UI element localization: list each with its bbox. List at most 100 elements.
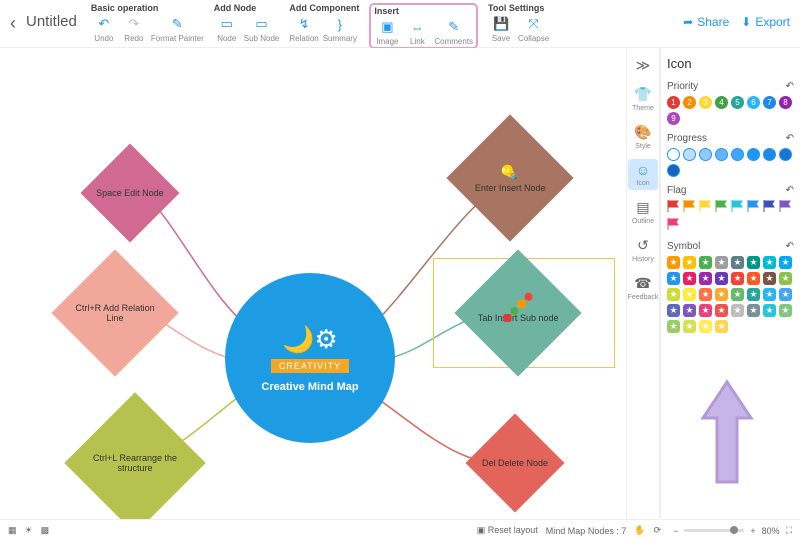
relation-button[interactable]: ↯Relation	[289, 15, 318, 43]
symbol-28[interactable]: ★	[715, 304, 728, 317]
rail-collapse-button[interactable]: ≫	[628, 54, 658, 77]
symbol-19[interactable]: ★	[699, 288, 712, 301]
format-painter-button[interactable]: ✎Format Painter	[151, 15, 204, 43]
save-button[interactable]: 💾Save	[488, 15, 514, 43]
symbol-6[interactable]: ★	[747, 256, 760, 269]
symbol-30[interactable]: ★	[747, 304, 760, 317]
undo-button[interactable]: ↶Undo	[91, 15, 117, 43]
symbol-35[interactable]: ★	[699, 320, 712, 333]
mindmap-canvas[interactable]: Space Edit Node Ctrl+R Add Relation Line…	[0, 48, 625, 518]
progress-3[interactable]	[699, 148, 712, 161]
reset-icon[interactable]: ↶	[786, 81, 794, 92]
collapse-button[interactable]: ⤧Collapse	[518, 15, 549, 43]
flag-4[interactable]	[715, 200, 728, 215]
priority-9[interactable]: 9	[667, 112, 680, 125]
layers-icon[interactable]: ▦	[8, 525, 17, 536]
symbol-34[interactable]: ★	[683, 320, 696, 333]
symbol-12[interactable]: ★	[715, 272, 728, 285]
pan-icon[interactable]: ✋	[634, 525, 645, 536]
progress-8[interactable]	[779, 148, 792, 161]
fullscreen-icon[interactable]: ⛶	[786, 525, 792, 536]
insert-image-button[interactable]: ▣Image	[374, 18, 400, 46]
zoom-in-button[interactable]: +	[750, 526, 755, 536]
priority-6[interactable]: 6	[747, 96, 760, 109]
progress-4[interactable]	[715, 148, 728, 161]
flag-7[interactable]	[763, 200, 776, 215]
flag-2[interactable]	[683, 200, 696, 215]
symbol-9[interactable]: ★	[667, 272, 680, 285]
brightness-icon[interactable]: ☀	[25, 525, 33, 536]
document-title[interactable]: Untitled	[22, 3, 91, 30]
flag-9[interactable]	[667, 218, 680, 233]
symbol-29[interactable]: ★	[731, 304, 744, 317]
priority-4[interactable]: 4	[715, 96, 728, 109]
rail-style[interactable]: 🎨Style	[628, 121, 658, 153]
reset-icon[interactable]: ↶	[786, 241, 794, 252]
grid-icon[interactable]: ▩	[41, 525, 50, 536]
symbol-25[interactable]: ★	[667, 304, 680, 317]
zoom-slider[interactable]	[684, 529, 744, 532]
export-button[interactable]: ⬇Export	[741, 15, 790, 29]
priority-7[interactable]: 7	[763, 96, 776, 109]
back-button[interactable]: ‹	[10, 3, 22, 34]
progress-1[interactable]	[667, 148, 680, 161]
symbol-10[interactable]: ★	[683, 272, 696, 285]
priority-3[interactable]: 3	[699, 96, 712, 109]
symbol-20[interactable]: ★	[715, 288, 728, 301]
add-sub-node-button[interactable]: ▭Sub Node	[244, 15, 280, 43]
symbol-14[interactable]: ★	[747, 272, 760, 285]
insert-comments-button[interactable]: ✎Comments	[434, 18, 473, 46]
symbol-26[interactable]: ★	[683, 304, 696, 317]
rail-feedback[interactable]: ☎Feedback	[628, 272, 658, 304]
flag-5[interactable]	[731, 200, 744, 215]
symbol-27[interactable]: ★	[699, 304, 712, 317]
reset-icon[interactable]: ↶	[786, 185, 794, 196]
rail-history[interactable]: ↺History	[628, 234, 658, 266]
symbol-17[interactable]: ★	[667, 288, 680, 301]
rail-icon[interactable]: ☺Icon	[628, 159, 658, 190]
reset-layout-button[interactable]: ▣ Reset layout	[477, 525, 538, 536]
center-node[interactable]: 🌙⚙ CREATIVITY Creative Mind Map	[225, 273, 395, 443]
symbol-4[interactable]: ★	[715, 256, 728, 269]
progress-9[interactable]	[667, 164, 680, 177]
rail-theme[interactable]: 👕Theme	[628, 83, 658, 115]
rail-outline[interactable]: ▤Outline	[628, 196, 658, 228]
reset-icon[interactable]: ↶	[786, 133, 794, 144]
flag-3[interactable]	[699, 200, 712, 215]
symbol-22[interactable]: ★	[747, 288, 760, 301]
flag-8[interactable]	[779, 200, 792, 215]
symbol-7[interactable]: ★	[763, 256, 776, 269]
symbol-8[interactable]: ★	[779, 256, 792, 269]
symbol-18[interactable]: ★	[683, 288, 696, 301]
progress-2[interactable]	[683, 148, 696, 161]
progress-6[interactable]	[747, 148, 760, 161]
insert-link-button[interactable]: ⇔Link	[404, 18, 430, 46]
symbol-13[interactable]: ★	[731, 272, 744, 285]
symbol-2[interactable]: ★	[683, 256, 696, 269]
share-button[interactable]: ➦Share	[683, 15, 729, 29]
priority-2[interactable]: 2	[683, 96, 696, 109]
symbol-32[interactable]: ★	[779, 304, 792, 317]
symbol-36[interactable]: ★	[715, 320, 728, 333]
reload-icon[interactable]: ⟳	[654, 525, 662, 536]
symbol-3[interactable]: ★	[699, 256, 712, 269]
redo-button[interactable]: ↷Redo	[121, 15, 147, 43]
progress-5[interactable]	[731, 148, 744, 161]
priority-1[interactable]: 1	[667, 96, 680, 109]
flag-1[interactable]	[667, 200, 680, 215]
symbol-31[interactable]: ★	[763, 304, 776, 317]
summary-button[interactable]: }Summary	[323, 15, 357, 43]
symbol-11[interactable]: ★	[699, 272, 712, 285]
add-node-button[interactable]: ▭Node	[214, 15, 240, 43]
priority-8[interactable]: 8	[779, 96, 792, 109]
symbol-24[interactable]: ★	[779, 288, 792, 301]
symbol-15[interactable]: ★	[763, 272, 776, 285]
zoom-out-button[interactable]: −	[673, 526, 678, 536]
symbol-1[interactable]: ★	[667, 256, 680, 269]
symbol-33[interactable]: ★	[667, 320, 680, 333]
symbol-16[interactable]: ★	[779, 272, 792, 285]
symbol-5[interactable]: ★	[731, 256, 744, 269]
symbol-23[interactable]: ★	[763, 288, 776, 301]
priority-5[interactable]: 5	[731, 96, 744, 109]
symbol-21[interactable]: ★	[731, 288, 744, 301]
